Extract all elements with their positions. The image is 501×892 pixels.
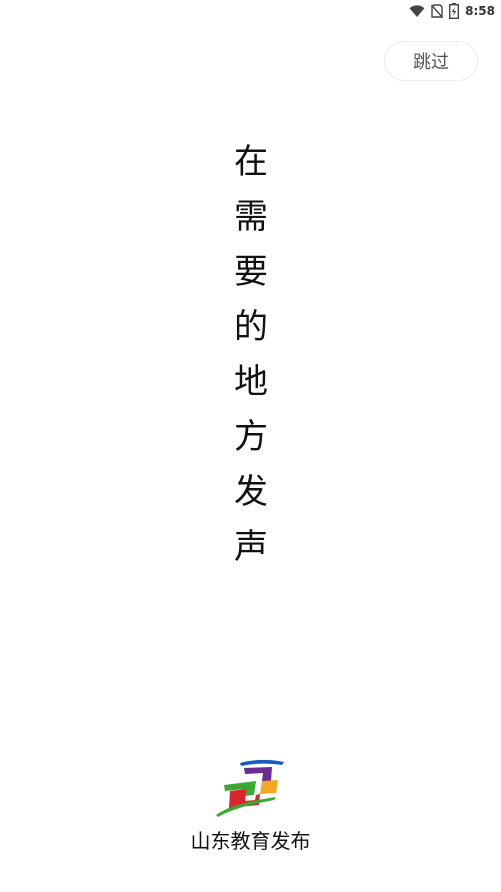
slogan-char: 的	[234, 307, 268, 347]
slogan-char: 方	[234, 417, 268, 457]
wifi-icon	[409, 4, 425, 18]
slogan-char: 声	[234, 527, 268, 567]
slogan-char: 要	[234, 252, 268, 292]
brand-logo-icon	[210, 755, 290, 819]
slogan: 在 需 要 的 地 方 发 声	[222, 135, 280, 575]
slogan-char: 地	[234, 362, 268, 402]
slogan-char: 在	[234, 142, 268, 182]
status-bar: 8:58	[0, 0, 501, 22]
slogan-char: 发	[234, 472, 268, 512]
battery-icon	[449, 3, 460, 19]
skip-button[interactable]: 跳过	[384, 41, 478, 81]
brand-name: 山东教育发布	[190, 829, 311, 853]
status-time: 8:58	[465, 4, 495, 18]
no-sim-icon	[431, 4, 444, 18]
status-icons: 8:58	[409, 2, 495, 20]
slogan-char: 需	[234, 197, 268, 237]
